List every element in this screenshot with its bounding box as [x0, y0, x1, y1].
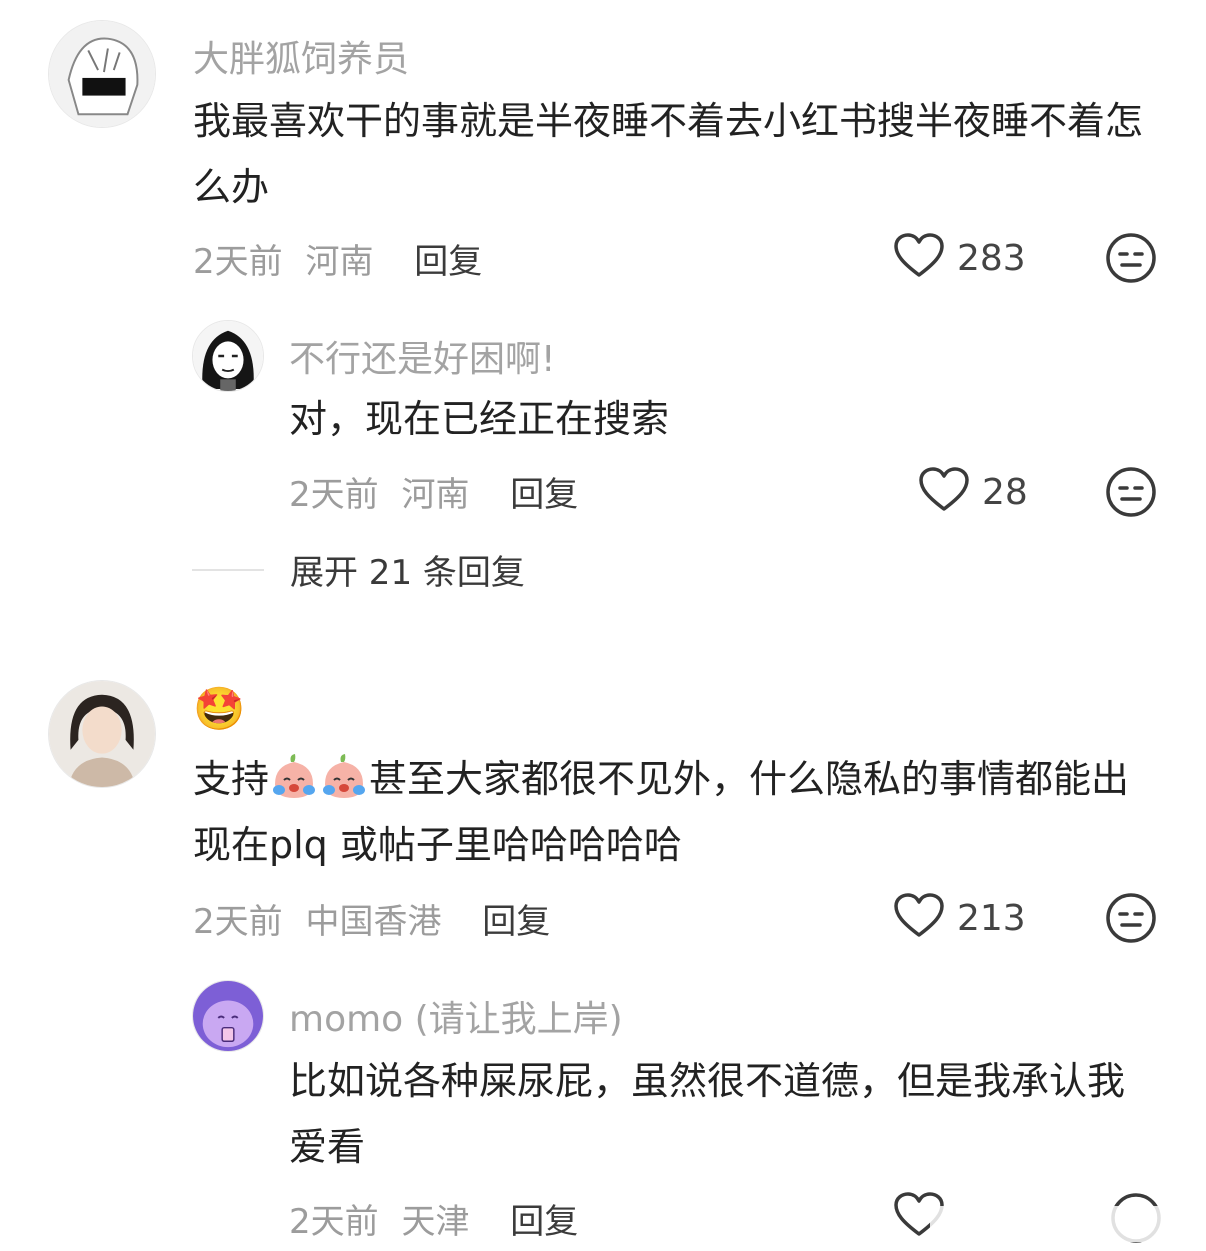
avatar[interactable]: [192, 980, 264, 1052]
crying-peach-emoji: [269, 752, 319, 802]
reply-button[interactable]: 回复: [510, 1202, 578, 1242]
like-button[interactable]: 213: [893, 893, 1026, 943]
location: 天津: [401, 1202, 470, 1242]
avatar[interactable]: [48, 20, 156, 128]
location: 中国香港: [305, 902, 442, 942]
timestamp: 2天前: [289, 1202, 379, 1242]
timestamp: 2天前: [193, 242, 283, 282]
username[interactable]: momo (请让我上岸): [289, 990, 623, 1042]
timestamp: 2天前: [289, 475, 379, 515]
reply-button[interactable]: 回复: [510, 475, 578, 515]
reply-button[interactable]: 回复: [482, 902, 550, 942]
like-count: 213: [957, 897, 1026, 939]
avatar[interactable]: [192, 320, 264, 392]
watermark-overlay: [930, 1206, 1200, 1242]
username-emoji[interactable]: 🤩: [193, 684, 245, 734]
comment-text-prefix: 支持: [193, 757, 270, 801]
reply-button[interactable]: 回复: [414, 242, 482, 282]
expand-replies-label: 展开 21 条回复: [290, 553, 525, 593]
comment-text: 比如说各种屎尿屁，虽然很不道德，但是我承认我爱看: [289, 1059, 1126, 1169]
username[interactable]: 大胖狐饲养员: [193, 30, 409, 82]
like-button[interactable]: 283: [893, 233, 1026, 283]
comment-meta: 2天前 河南 回复: [193, 234, 482, 283]
location: 河南: [305, 242, 374, 282]
neutral-face-icon[interactable]: [1105, 892, 1157, 944]
avatar[interactable]: [48, 680, 156, 788]
comment-meta: 2天前 天津 回复: [289, 1194, 578, 1243]
like-button[interactable]: 28: [918, 467, 1028, 517]
heart-outline-icon: [893, 893, 945, 943]
neutral-face-icon[interactable]: [1105, 466, 1157, 518]
username[interactable]: 不行还是好困啊!: [289, 330, 555, 382]
comment-meta: 2天前 中国香港 回复: [193, 894, 550, 943]
divider: [192, 568, 264, 571]
crying-peach-emoji: [319, 752, 369, 802]
like-count: 28: [982, 471, 1028, 513]
comment-text: 支持 甚至大家都很不见外，什么隐私的事情都能出现在plq 或帖子里哈哈哈哈哈: [193, 746, 1153, 878]
expand-replies-button[interactable]: 展开 21 条回复: [192, 545, 525, 594]
comment-meta: 2天前 河南 回复: [289, 467, 578, 516]
comment-text: 我最喜欢干的事就是半夜睡不着去小红书搜半夜睡不着怎么办: [193, 99, 1144, 209]
like-count: 283: [957, 237, 1026, 279]
heart-outline-icon: [893, 233, 945, 283]
neutral-face-icon[interactable]: [1105, 232, 1157, 284]
timestamp: 2天前: [193, 902, 283, 942]
heart-outline-icon: [918, 467, 970, 517]
comment-text: 对，现在已经正在搜索: [289, 397, 670, 441]
location: 河南: [401, 475, 470, 515]
